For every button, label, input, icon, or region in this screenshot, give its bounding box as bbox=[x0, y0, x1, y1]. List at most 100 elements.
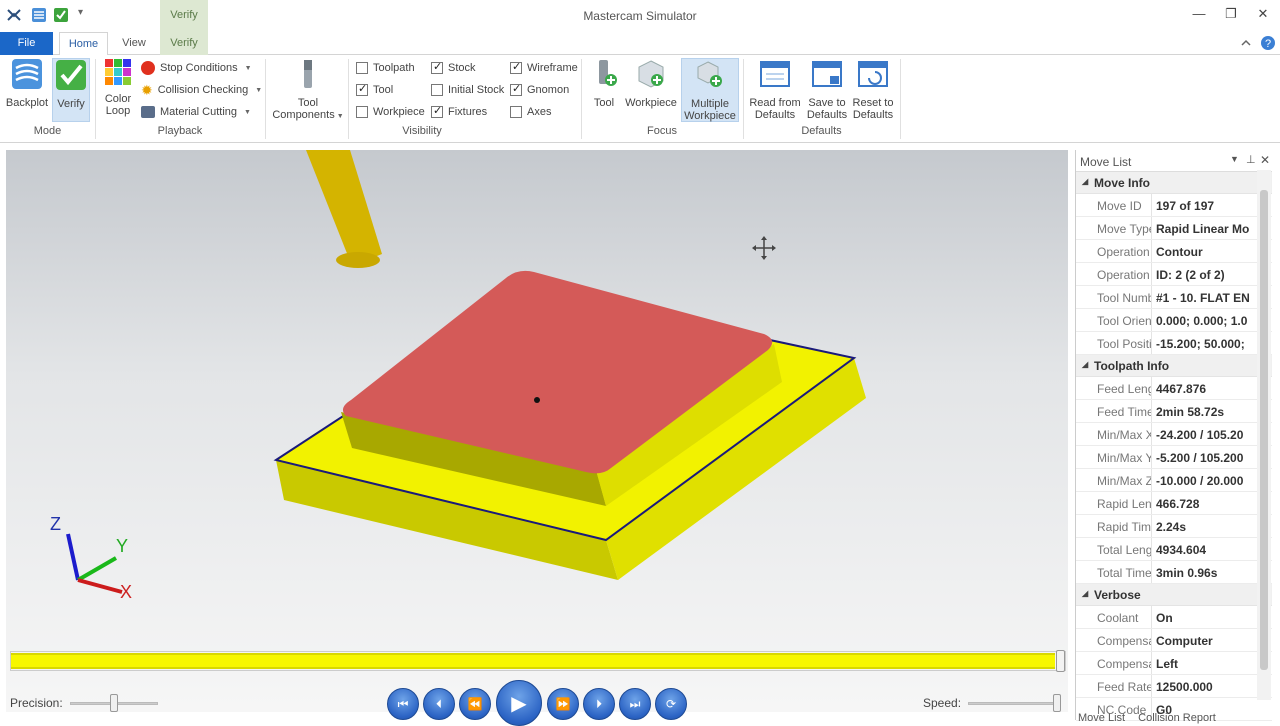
tab-view[interactable]: View bbox=[112, 32, 156, 55]
visibility-initial-stock-checkbox[interactable]: Initial Stock bbox=[431, 81, 504, 99]
read-defaults-button[interactable]: Read from Defaults bbox=[748, 58, 802, 122]
backplot-button[interactable]: Backplot bbox=[4, 58, 50, 122]
property-row[interactable]: Min/Max X -24.200 / 105.20 bbox=[1076, 423, 1272, 446]
property-row[interactable]: Compensatio Computer bbox=[1076, 629, 1272, 652]
reset-defaults-button[interactable]: Reset to Defaults bbox=[850, 58, 896, 122]
checkbox-box[interactable] bbox=[356, 82, 368, 96]
stop-conditions-button[interactable]: Stop Conditions ▼ bbox=[141, 59, 252, 77]
property-row[interactable]: Compensatio Left bbox=[1076, 652, 1272, 675]
speed-slider[interactable] bbox=[968, 702, 1060, 705]
property-row[interactable]: Operation N ID: 2 (2 of 2) bbox=[1076, 263, 1272, 286]
material-cutting-icon bbox=[141, 106, 155, 118]
property-row[interactable]: Move ID 197 of 197 bbox=[1076, 194, 1272, 217]
tab-collision-report[interactable]: Collision Report bbox=[1138, 712, 1216, 724]
property-row[interactable]: Total Length 4934.604 bbox=[1076, 538, 1272, 561]
minimize-button[interactable]: — bbox=[1188, 6, 1210, 26]
property-scrollbar[interactable] bbox=[1257, 170, 1271, 700]
property-row[interactable]: Coolant On bbox=[1076, 606, 1272, 629]
verify-button[interactable]: Verify bbox=[52, 58, 90, 122]
checkbox-box[interactable] bbox=[510, 82, 522, 96]
property-row[interactable]: Tool Orienta 0.000; 0.000; 1.0 bbox=[1076, 309, 1272, 332]
panel-close-icon[interactable]: ✕ bbox=[1260, 153, 1270, 167]
checkbox-box[interactable] bbox=[356, 62, 368, 74]
fast-forward-button[interactable]: ⏩ bbox=[547, 688, 579, 720]
collision-checking-button[interactable]: ✹ Collision Checking ▼ bbox=[141, 81, 262, 99]
color-loop-button[interactable]: Color Loop bbox=[100, 58, 136, 122]
play-button[interactable]: ▶ bbox=[496, 680, 542, 726]
collapse-ribbon-icon[interactable] bbox=[1240, 37, 1252, 49]
property-row[interactable]: Feed Rate 12500.000 bbox=[1076, 675, 1272, 698]
property-row[interactable]: Total Time 3min 0.96s bbox=[1076, 561, 1272, 584]
group-label-focus: Focus bbox=[647, 125, 677, 137]
visibility-gnomon-checkbox[interactable]: Gnomon bbox=[510, 81, 569, 99]
visibility-fixtures-checkbox[interactable]: Fixtures bbox=[431, 103, 487, 121]
property-row[interactable]: Rapid Time 2.24s bbox=[1076, 515, 1272, 538]
multiple-workpiece-icon bbox=[697, 61, 722, 87]
property-name: Coolant bbox=[1076, 606, 1152, 628]
visibility-stock-checkbox[interactable]: Stock bbox=[431, 59, 476, 77]
rewind-button[interactable]: ⏪ bbox=[459, 688, 491, 720]
section-header[interactable]: ◢ Move Info bbox=[1076, 172, 1272, 194]
checkbox-box[interactable] bbox=[356, 106, 368, 118]
playback-timeline[interactable] bbox=[10, 650, 1066, 672]
save-defaults-button[interactable]: Save to Defaults bbox=[804, 58, 850, 122]
ribbon-separator bbox=[265, 59, 266, 139]
tab-verify[interactable]: Verify bbox=[160, 32, 208, 55]
property-row[interactable]: Feed Length 4467.876 bbox=[1076, 377, 1272, 400]
property-row[interactable]: Tool Positior -15.200; 50.000; bbox=[1076, 332, 1272, 355]
tool-components-button[interactable]: Tool Components ▼ bbox=[272, 58, 344, 122]
property-name: Total Time bbox=[1076, 561, 1152, 583]
move-list-header: Move List ▼ ⊥ ✕ bbox=[1076, 150, 1272, 172]
property-row[interactable]: Tool Numbe #1 - 10. FLAT EN bbox=[1076, 286, 1272, 309]
visibility-wireframe-checkbox[interactable]: Wireframe bbox=[510, 59, 578, 77]
checkbox-box[interactable] bbox=[431, 84, 443, 96]
verify-label: Verify bbox=[57, 98, 85, 110]
tab-move-list[interactable]: Move List bbox=[1078, 712, 1125, 724]
step-back-button[interactable]: ⏴ bbox=[423, 688, 455, 720]
pin-icon[interactable]: ⊥ bbox=[1246, 153, 1256, 166]
close-button[interactable]: ✕ bbox=[1252, 6, 1274, 26]
tab-home[interactable]: Home bbox=[59, 32, 108, 56]
step-forward-button[interactable]: ⏵ bbox=[583, 688, 615, 720]
help-icon[interactable]: ? bbox=[1260, 35, 1276, 51]
restore-button[interactable]: ❐ bbox=[1220, 6, 1242, 26]
property-row[interactable]: Min/Max Z -10.000 / 20.000 bbox=[1076, 469, 1272, 492]
collapse-triangle-icon[interactable]: ◢ bbox=[1082, 589, 1088, 598]
property-name: Compensatio bbox=[1076, 629, 1152, 651]
collapse-triangle-icon[interactable]: ◢ bbox=[1082, 177, 1088, 186]
go-to-end-button[interactable]: ⏭ bbox=[619, 688, 651, 720]
simulation-viewport[interactable]: Z Y X bbox=[6, 150, 1068, 712]
property-row[interactable]: Feed Time 2min 58.72s bbox=[1076, 400, 1272, 423]
property-row[interactable]: Operation N Contour bbox=[1076, 240, 1272, 263]
focus-multiple-workpiece-button[interactable]: Multiple Workpiece bbox=[681, 58, 739, 122]
collapse-triangle-icon[interactable]: ◢ bbox=[1082, 360, 1088, 369]
loop-button[interactable]: ⟳ bbox=[655, 688, 687, 720]
visibility-workpiece-checkbox[interactable]: Workpiece bbox=[356, 103, 425, 121]
scrollbar-thumb[interactable] bbox=[1260, 190, 1268, 670]
go-to-start-button[interactable]: ⏮ bbox=[387, 688, 419, 720]
focus-tool-button[interactable]: Tool bbox=[589, 58, 619, 122]
tab-file[interactable]: File bbox=[0, 32, 53, 55]
property-row[interactable]: Min/Max Y -5.200 / 105.200 bbox=[1076, 446, 1272, 469]
property-row[interactable]: Rapid Lengt 466.728 bbox=[1076, 492, 1272, 515]
property-value: 4934.604 bbox=[1156, 543, 1207, 557]
focus-workpiece-button[interactable]: Workpiece bbox=[624, 58, 678, 122]
checkbox-box[interactable] bbox=[510, 60, 522, 74]
precision-slider-thumb[interactable] bbox=[110, 694, 118, 712]
speed-slider-thumb[interactable] bbox=[1053, 694, 1061, 712]
visibility-toolpath-checkbox[interactable]: Toolpath bbox=[356, 59, 415, 77]
panel-menu-icon[interactable]: ▼ bbox=[1230, 154, 1239, 164]
visibility-axes-checkbox[interactable]: Axes bbox=[510, 103, 551, 121]
visibility-tool-checkbox[interactable]: Tool bbox=[356, 81, 393, 99]
property-row[interactable]: Move Type Rapid Linear Mo bbox=[1076, 217, 1272, 240]
collision-icon: ✹ bbox=[141, 82, 153, 98]
material-cutting-button[interactable]: Material Cutting ▼ bbox=[141, 103, 251, 121]
timeline-handle[interactable] bbox=[1056, 650, 1065, 672]
section-header[interactable]: ◢ Verbose bbox=[1076, 584, 1272, 606]
checkbox-box[interactable] bbox=[431, 60, 443, 74]
section-header[interactable]: ◢ Toolpath Info bbox=[1076, 355, 1272, 377]
checkbox-box[interactable] bbox=[431, 104, 443, 118]
move-cursor-icon bbox=[752, 236, 776, 260]
property-value: 0.000; 0.000; 1.0 bbox=[1156, 314, 1248, 328]
checkbox-box[interactable] bbox=[510, 106, 522, 118]
